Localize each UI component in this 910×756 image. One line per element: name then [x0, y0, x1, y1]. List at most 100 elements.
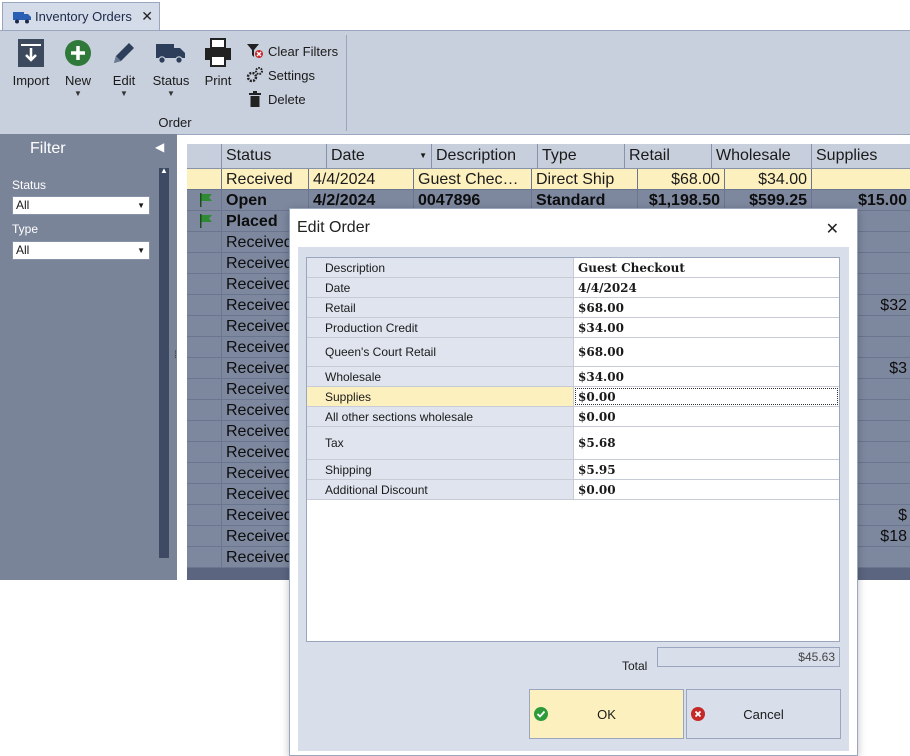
- import-button[interactable]: Import: [12, 37, 50, 88]
- property-row[interactable]: Wholesale $34.00: [307, 367, 839, 387]
- row-flag-cell: [187, 421, 222, 442]
- row-flag-cell: [187, 463, 222, 484]
- grid-header: Status Date ▼ Description Type Retail Wholesal…: [187, 144, 910, 169]
- total-value: $45.63: [657, 647, 840, 667]
- close-icon[interactable]: ✕: [826, 219, 839, 239]
- property-row[interactable]: Description Guest Checkout: [307, 258, 839, 278]
- property-name: Queen's Court Retail: [307, 338, 574, 366]
- grid-header-supplies[interactable]: Supplies: [812, 144, 910, 168]
- import-label: Import: [12, 73, 50, 88]
- new-button[interactable]: New ▼: [62, 37, 94, 98]
- grid-header-retail[interactable]: Retail: [625, 144, 712, 168]
- chevron-down-icon: ▼: [74, 89, 82, 98]
- property-value[interactable]: $0.00: [574, 407, 839, 426]
- filter-title: Filter: [30, 140, 66, 157]
- property-name: Additional Discount: [307, 480, 574, 499]
- property-value[interactable]: $0.00: [574, 387, 839, 406]
- property-value[interactable]: Guest Checkout: [574, 258, 839, 277]
- row-flag-cell: [187, 169, 222, 190]
- flag-icon: [200, 214, 212, 228]
- property-row[interactable]: All other sections wholesale $0.00: [307, 407, 839, 427]
- property-name: Wholesale: [307, 367, 574, 386]
- scroll-up-icon[interactable]: ▲: [159, 166, 169, 175]
- cell-wholesale: $34.00: [725, 169, 812, 190]
- chevron-down-icon: ▼: [167, 89, 175, 98]
- edit-button[interactable]: Edit ▼: [108, 37, 140, 98]
- delete-button[interactable]: Delete: [246, 87, 338, 111]
- clear-filter-icon: [247, 44, 263, 58]
- clear-filters-label: Clear Filters: [268, 43, 339, 59]
- property-value[interactable]: $0.00: [574, 480, 839, 499]
- property-value[interactable]: $5.68: [574, 427, 839, 459]
- property-row[interactable]: Shipping $5.95: [307, 460, 839, 480]
- status-filter-select[interactable]: All ▼: [12, 196, 150, 215]
- gears-icon: [246, 67, 263, 83]
- clear-filters-button[interactable]: Clear Filters: [246, 39, 338, 63]
- property-name: Shipping: [307, 460, 574, 479]
- status-label: Status: [152, 73, 190, 88]
- cancel-circle-icon: [691, 707, 705, 721]
- property-row[interactable]: Tax $5.68: [307, 427, 839, 460]
- ok-button[interactable]: OK: [529, 689, 684, 739]
- property-name: Production Credit: [307, 318, 574, 337]
- property-name: Tax: [307, 427, 574, 459]
- row-flag-cell: [187, 442, 222, 463]
- row-flag-cell: [187, 316, 222, 337]
- row-flag-cell: [187, 484, 222, 505]
- filter-scrollbar[interactable]: ▲: [159, 166, 169, 558]
- dialog-body: Description Guest Checkout Date 4/4/2024 Ret…: [298, 247, 849, 751]
- settings-button[interactable]: Settings: [246, 63, 338, 87]
- status-button[interactable]: Status ▼: [152, 37, 190, 98]
- grid-header-flag[interactable]: [187, 144, 222, 168]
- type-filter-select[interactable]: All ▼: [12, 241, 150, 260]
- property-value[interactable]: $5.95: [574, 460, 839, 479]
- splitter-grip-icon[interactable]: ⁞: [174, 350, 177, 361]
- sort-dropdown-icon[interactable]: ▼: [419, 144, 427, 168]
- property-row[interactable]: Supplies $0.00: [307, 387, 839, 407]
- grid-header-type[interactable]: Type: [538, 144, 625, 168]
- type-filter-label: Type: [12, 222, 39, 236]
- print-button[interactable]: Print: [202, 37, 234, 88]
- ribbon: Import New ▼ Edit ▼ Status ▼ Print Clear…: [0, 30, 910, 135]
- table-row[interactable]: Received 4/4/2024 Guest Chec… Direct Ship $6…: [187, 169, 910, 190]
- property-row[interactable]: Date 4/4/2024: [307, 278, 839, 298]
- new-label: New: [64, 73, 91, 88]
- tab-title: Inventory Orders: [35, 9, 132, 24]
- total-label: Total: [622, 659, 648, 673]
- close-icon[interactable]: ✕: [141, 8, 153, 25]
- property-value[interactable]: $34.00: [574, 318, 839, 337]
- grid-header-status[interactable]: Status: [222, 144, 327, 168]
- cell-status: Received: [222, 169, 309, 190]
- grid-header-date[interactable]: Date ▼: [327, 144, 432, 168]
- tab-inventory-orders[interactable]: Inventory Orders ✕: [2, 2, 160, 30]
- grid-header-description[interactable]: Description: [432, 144, 538, 168]
- cell-supplies: [812, 169, 910, 190]
- row-flag-cell: [187, 505, 222, 526]
- collapse-left-icon[interactable]: ◀: [155, 140, 164, 154]
- cancel-button[interactable]: Cancel: [686, 689, 841, 739]
- property-value[interactable]: $34.00: [574, 367, 839, 386]
- edit-label: Edit: [112, 73, 136, 88]
- status-filter-label: Status: [12, 178, 47, 192]
- delete-label: Delete: [268, 91, 306, 107]
- cell-retail: $68.00: [638, 169, 725, 190]
- property-row[interactable]: Additional Discount $0.00: [307, 480, 839, 500]
- edit-order-dialog: Edit Order ✕ Description Guest Checkout Da…: [289, 208, 858, 756]
- row-flag-cell: [187, 337, 222, 358]
- grid-header-wholesale[interactable]: Wholesale: [712, 144, 812, 168]
- property-value[interactable]: $68.00: [574, 298, 839, 317]
- property-row[interactable]: Queen's Court Retail $68.00: [307, 338, 839, 367]
- property-value[interactable]: $68.00: [574, 338, 839, 366]
- ribbon-group-separator: [346, 35, 347, 131]
- property-value[interactable]: 4/4/2024: [574, 278, 839, 297]
- property-row[interactable]: Retail $68.00: [307, 298, 839, 318]
- plus-circle-icon: [65, 40, 91, 66]
- row-flag-cell: [187, 211, 222, 232]
- print-label: Print: [204, 73, 232, 88]
- check-circle-icon: [534, 707, 548, 721]
- cancel-label: Cancel: [743, 706, 784, 722]
- property-name: Supplies: [307, 387, 574, 406]
- chevron-down-icon: ▼: [137, 201, 145, 210]
- pencil-icon: [114, 43, 134, 63]
- property-row[interactable]: Production Credit $34.00: [307, 318, 839, 338]
